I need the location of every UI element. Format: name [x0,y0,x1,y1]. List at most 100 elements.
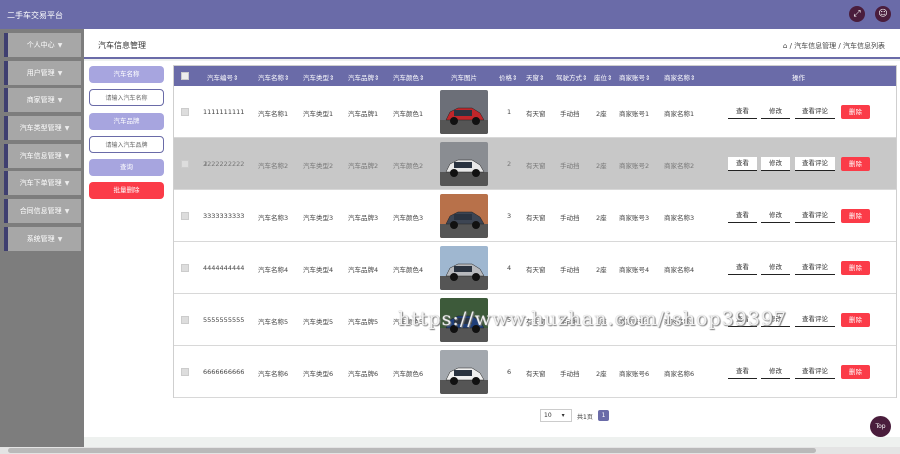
edit-button[interactable]: 修改 [761,209,790,223]
watermark: https://www.huzhan.com/ishop39397 [398,308,788,330]
view-reviews-button[interactable]: 查看评论 [795,157,835,171]
batch-delete-button[interactable]: 批量删除 [89,182,164,199]
horizontal-scrollbar[interactable] [0,447,900,454]
view-button[interactable]: 查看 [728,261,757,275]
select-all-checkbox[interactable] [181,72,189,80]
sidebar-item-system[interactable]: 系统管理 ▼ [4,227,81,251]
car-name-input[interactable]: 请输入汽车名称 [89,89,164,106]
breadcrumb-text[interactable]: / 汽车信息管理 / 汽车信息列表 [790,42,885,50]
table-row[interactable]: 2222222222 汽车名称2 汽车类型2 汽车品牌2 汽车颜色2 2 有天窗 手动挡 2座 商… [174,138,896,190]
car-image[interactable] [440,246,488,290]
cell-price: 1 [507,108,512,116]
sidebar-item-label: 汽车下单管理 [19,179,62,187]
cell-sunroof: 有天窗 [526,214,546,222]
view-button[interactable]: 查看 [728,157,757,171]
col-drive[interactable]: 驾驶方式⇕ [556,72,587,82]
cell-type: 汽车类型1 [303,110,334,118]
col-name[interactable]: 汽车名称⇕ [258,72,289,82]
sidebar-item-label: 商家管理 [26,96,55,104]
page-1-button[interactable]: 1 [598,410,609,421]
col-seats[interactable]: 座位⇕ [594,72,612,82]
cell-acct: 商家账号6 [619,370,650,378]
col-color[interactable]: 汽车颜色⇕ [393,72,424,82]
view-reviews-button[interactable]: 查看评论 [795,209,835,223]
row-checkbox[interactable] [181,212,189,220]
table-row[interactable]: 1111111111 汽车名称1 汽车类型1 汽车品牌1 汽车颜色1 1 有天窗 手动挡 2座 商… [174,86,896,138]
home-icon[interactable]: ⌂ [783,42,787,50]
delete-button[interactable]: 删除 [841,209,870,223]
delete-button[interactable]: 删除 [841,157,870,171]
col-type[interactable]: 汽车类型⇕ [303,72,334,82]
car-image[interactable] [440,142,488,186]
car-image[interactable] [440,350,488,394]
chevron-down-icon: ▼ [57,70,63,77]
row-checkbox[interactable] [181,368,189,376]
sidebar-item-label: 个人中心 [26,41,55,49]
col-merchant[interactable]: 商家名称⇕ [664,72,695,82]
scrollbar-thumb[interactable] [8,448,816,453]
cell-drive: 手动挡 [560,266,580,274]
sidebar-item-merchants[interactable]: 商家管理 ▼ [4,88,81,112]
back-to-top-button[interactable]: Top [870,416,891,437]
col-id[interactable]: 汽车编号⇕ [207,72,238,82]
sidebar: 个人中心 ▼ 用户管理 ▼ 商家管理 ▼ 汽车类型管理 ▼ 汽车信息管理 ▼ 汽车下单管理… [0,29,84,447]
view-reviews-button[interactable]: 查看评论 [795,105,835,119]
car-image[interactable] [440,90,488,134]
sidebar-item-users[interactable]: 用户管理 ▼ [4,61,81,85]
delete-button[interactable]: 删除 [841,261,870,275]
chevron-down-icon: ▼ [57,42,63,49]
col-price[interactable]: 价格⇕ [499,72,517,82]
sidebar-item-car-orders[interactable]: 汽车下单管理 ▼ [4,171,81,195]
view-reviews-button[interactable]: 查看评论 [795,365,835,379]
edit-button[interactable]: 修改 [761,105,790,119]
cell-acct: 商家账号3 [619,214,650,222]
cell-seats: 2座 [596,110,607,118]
table-row[interactable]: 3333333333 汽车名称3 汽车类型3 汽车品牌3 汽车颜色3 3 有天窗 手动挡 2座 商… [174,190,896,242]
car-brand-input[interactable]: 请输入汽车品牌 [89,136,164,153]
sidebar-item-profile[interactable]: 个人中心 ▼ [4,33,81,57]
cell-acct: 商家账号4 [619,266,650,274]
cell-id: 2222222222 [203,160,245,168]
view-reviews-button[interactable]: 查看评论 [795,261,835,275]
edit-button[interactable]: 修改 [761,157,790,171]
cell-color: 汽车颜色6 [393,370,424,378]
delete-button[interactable]: 删除 [841,105,870,119]
edit-button[interactable]: 修改 [761,261,790,275]
cell-brand: 汽车品牌6 [348,370,379,378]
delete-button[interactable]: 删除 [841,365,870,379]
sidebar-item-contracts[interactable]: 合同信息管理 ▼ [4,199,81,223]
view-button[interactable]: 查看 [728,365,757,379]
sidebar-item-car-types[interactable]: 汽车类型管理 ▼ [4,116,81,140]
chevron-down-icon: ▼ [57,97,63,104]
edit-button[interactable]: 修改 [761,365,790,379]
col-brand[interactable]: 汽车品牌⇕ [348,72,379,82]
col-sunroof[interactable]: 天窗⇕ [526,72,544,82]
car-image[interactable] [440,194,488,238]
view-button[interactable]: 查看 [728,209,757,223]
page-size-select[interactable]: 10 ▾ [540,409,572,422]
cell-brand: 汽车品牌2 [348,162,379,170]
view-reviews-button[interactable]: 查看评论 [795,313,835,327]
table-header: 汽车编号⇕ 汽车名称⇕ 汽车类型⇕ 汽车品牌⇕ 汽车颜色⇕ 汽车图片 价格⇕ 天… [174,66,896,86]
cell-merchant: 商家名称4 [664,266,695,274]
text-cursor-icon: I [205,160,207,168]
cell-seats: 2座 [596,370,607,378]
row-checkbox[interactable] [181,264,189,272]
query-button[interactable]: 查询 [89,159,164,176]
col-account[interactable]: 商家账号⇕ [619,72,650,82]
row-checkbox[interactable] [181,108,189,116]
sidebar-item-car-info[interactable]: 汽车信息管理 ▼ [4,144,81,168]
table-row[interactable]: 4444444444 汽车名称4 汽车类型4 汽车品牌4 汽车颜色4 4 有天窗 手动挡 2座 商… [174,242,896,294]
row-checkbox[interactable] [181,316,189,324]
table-row[interactable]: 6666666666 汽车名称6 汽车类型6 汽车品牌6 汽车颜色6 6 有天窗 手动挡 2座 商… [174,346,896,398]
user-icon[interactable]: ☺ [875,6,891,22]
cell-seats: 2座 [596,214,607,222]
row-checkbox[interactable] [181,160,189,168]
cell-sunroof: 有天窗 [526,370,546,378]
cell-seats: 2座 [596,162,607,170]
cell-color: 汽车颜色3 [393,214,424,222]
fullscreen-icon[interactable]: ⤢ [849,6,865,22]
cell-name: 汽车名称5 [258,318,289,326]
view-button[interactable]: 查看 [728,105,757,119]
delete-button[interactable]: 删除 [841,313,870,327]
